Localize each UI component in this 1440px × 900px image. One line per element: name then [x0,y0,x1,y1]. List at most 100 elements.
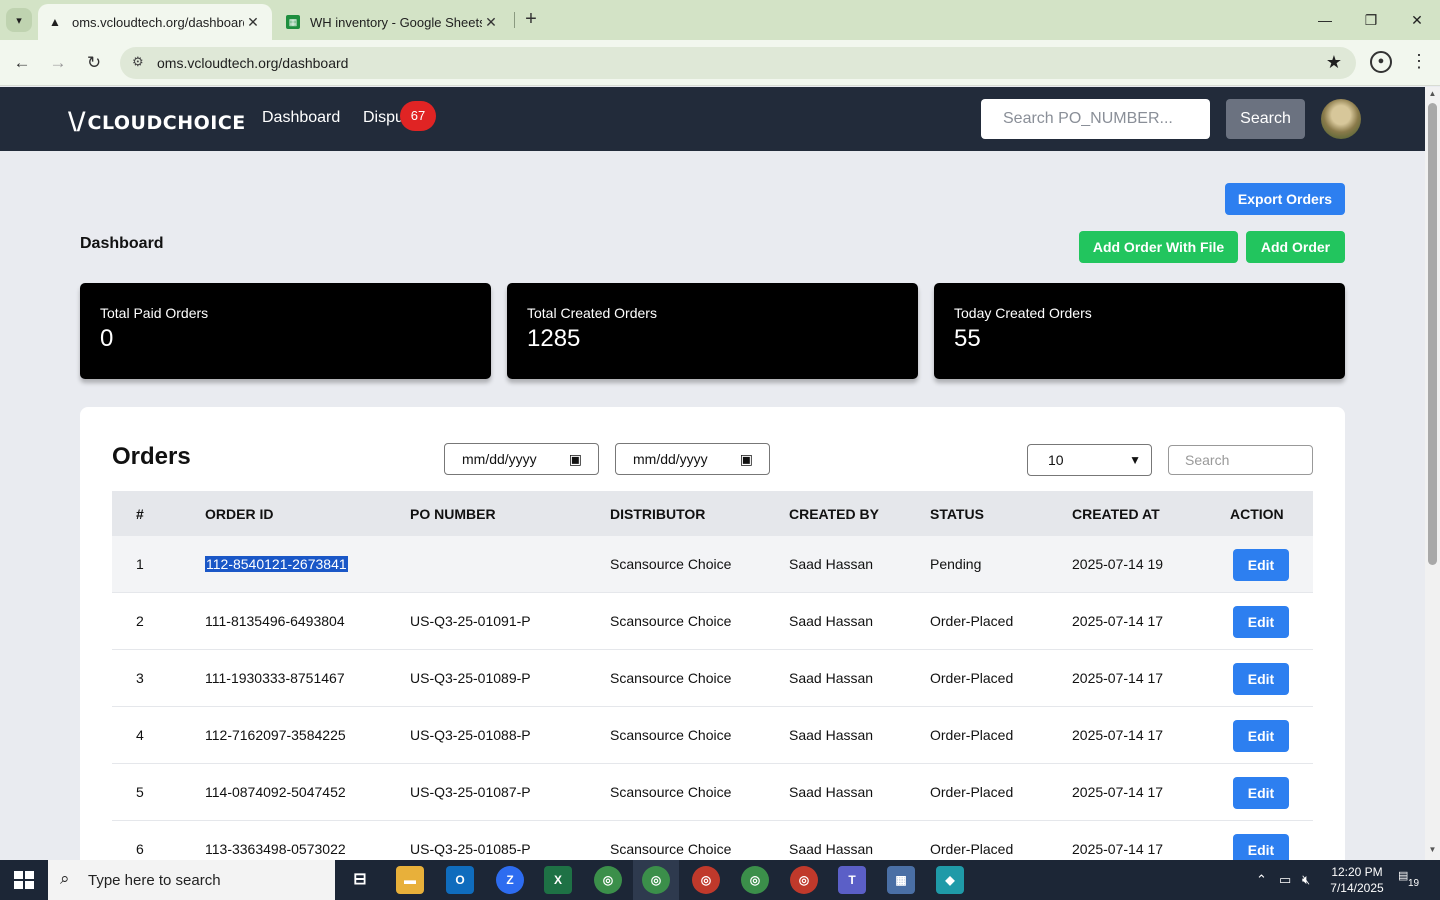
tab-sheets[interactable]: ▦ WH inventory - Google Sheets ✕ [276,4,510,40]
taskbar-search-box[interactable]: ⌕ Type here to search [48,860,335,900]
address-bar[interactable]: ⚙ oms.vcloudtech.org/dashboard ★ [120,47,1356,79]
edit-button[interactable]: Edit [1233,834,1289,860]
col-header: # [136,506,144,522]
site-favicon-icon: ▲ [49,15,61,29]
add-order-with-file-button[interactable]: Add Order With File [1079,231,1238,263]
reload-icon[interactable]: ↻ [82,51,106,75]
url-text: oms.vcloudtech.org/dashboard [157,55,349,71]
date-from-text: mm/dd/yyyy [462,451,537,467]
edit-button[interactable]: Edit [1233,777,1289,809]
user-avatar[interactable] [1321,99,1361,139]
close-tab-icon[interactable]: ✕ [482,14,500,31]
excel-icon[interactable]: X [544,866,572,894]
page-title: Dashboard [80,235,164,252]
nav-disputes-link[interactable]: Dispu [363,109,404,127]
cell-status: Pending [930,556,982,572]
cell-order-id: 113-3363498-0573022 [205,841,346,857]
page-size-select[interactable]: 10 ▼ [1027,444,1152,476]
outlook-icon[interactable]: O [446,866,474,894]
page-viewport: \/CLOUDCHOICE Dashboard Dispu 67 Search … [0,87,1425,860]
cell-index: 1 [136,556,144,572]
minimize-button[interactable]: — [1313,8,1337,32]
scrollbar-thumb[interactable] [1428,103,1437,565]
col-header: ACTION [1230,506,1284,522]
chrome-icon[interactable]: ◎ [692,866,720,894]
windows-start-icon[interactable] [14,871,34,889]
table-search-input[interactable] [1168,445,1313,475]
col-header: CREATED AT [1072,506,1160,522]
tray-chevron-icon[interactable]: ⌃ [1256,872,1267,888]
page-scrollbar[interactable]: ▲ ▼ [1425,87,1440,860]
forward-icon[interactable]: → [46,51,70,75]
cell-distributor: Scansource Choice [610,727,732,743]
tab-dashboard[interactable]: ▲ oms.vcloudtech.org/dashboard ✕ [38,4,272,40]
chrome-icon[interactable]: ◎ [790,866,818,894]
cell-status: Order-Placed [930,613,1014,629]
browser-menu-icon[interactable]: ⋮ [1410,51,1428,72]
stat-value: 0 [100,325,114,352]
network-icon[interactable]: ▭ [1279,872,1291,888]
taskbar-clock[interactable]: 12:20 PM 7/14/2025 [1326,864,1388,896]
add-order-button[interactable]: Add Order [1246,231,1345,263]
browser-toolbar: ← → ↻ ⚙ oms.vcloudtech.org/dashboard ★ [0,40,1440,86]
close-tab-icon[interactable]: ✕ [244,14,262,31]
notification-count: 19 [1408,878,1420,889]
notification-center-icon[interactable]: ▤ 19 [1398,869,1422,891]
cloudchoice-logo[interactable]: \/CLOUDCHOICE [68,107,246,135]
task-view-icon[interactable]: ⊟ [346,866,374,894]
file-explorer-icon[interactable]: ▬ [396,866,424,894]
teams-icon[interactable]: T [838,866,866,894]
volume-muted-icon[interactable]: 🔇︎ [1302,872,1310,888]
stat-value: 55 [954,325,981,352]
browser-tab-bar: ▾ ▲ oms.vcloudtech.org/dashboard ✕ ▦ WH … [0,0,1440,40]
cell-created-at: 2025-07-14 19 [1072,556,1164,572]
edit-button[interactable]: Edit [1233,606,1289,638]
tab-title: oms.vcloudtech.org/dashboard [72,14,244,30]
chrome-icon[interactable]: ◎ [741,866,769,894]
search-button[interactable]: Search [1226,99,1305,139]
nav-dashboard-link[interactable]: Dashboard [262,109,340,127]
col-header: DISTRIBUTOR [610,506,706,522]
edit-button[interactable]: Edit [1233,720,1289,752]
chrome-icon[interactable]: ◎ [642,866,670,894]
scroll-up-icon[interactable]: ▲ [1427,89,1438,98]
zoom-icon[interactable]: Z [496,866,524,894]
scroll-down-icon[interactable]: ▼ [1427,845,1438,854]
page-size-value: 10 [1048,452,1064,468]
profile-icon[interactable]: ● [1370,51,1392,73]
date-from-input[interactable]: mm/dd/yyyy ▣ [444,443,599,475]
app-icon[interactable]: ◆ [936,866,964,894]
cell-po-number: US-Q3-25-01088-P [410,727,531,743]
restore-button[interactable]: ❐ [1359,8,1383,32]
site-info-icon[interactable]: ⚙ [132,54,144,70]
new-tab-button[interactable]: + [520,8,542,32]
search-icon: ⌕ [60,869,70,888]
cell-created-at: 2025-07-14 17 [1072,784,1164,800]
table-row: 6 113-3363498-0573022 US-Q3-25-01085-P S… [112,821,1313,860]
calendar-icon[interactable]: ▣ [569,444,582,474]
date-to-input[interactable]: mm/dd/yyyy ▣ [615,443,770,475]
calculator-icon[interactable]: ▦ [887,866,915,894]
po-number-search-input[interactable] [981,99,1210,139]
col-header: STATUS [930,506,984,522]
table-row: 1 112-8540121-2673841 Scansource Choice … [112,536,1313,593]
clock-date: 7/14/2025 [1330,881,1384,895]
chevron-down-icon: ▼ [1129,453,1141,467]
col-header: CREATED BY [789,506,879,522]
close-window-button[interactable]: ✕ [1405,8,1429,32]
cell-status: Order-Placed [930,670,1014,686]
cell-po-number: US-Q3-25-01089-P [410,670,531,686]
edit-button[interactable]: Edit [1233,663,1289,695]
clock-time: 12:20 PM [1331,865,1383,879]
chrome-icon[interactable]: ◎ [594,866,622,894]
bookmark-star-icon[interactable]: ★ [1326,52,1342,73]
cell-order-id: 112-8540121-2673841 [205,556,348,572]
tab-search-button[interactable]: ▾ [6,8,32,32]
calendar-icon[interactable]: ▣ [740,444,753,474]
back-icon[interactable]: ← [10,51,34,75]
edit-button[interactable]: Edit [1233,549,1289,581]
export-orders-button[interactable]: Export Orders [1225,183,1345,215]
cell-po-number: US-Q3-25-01085-P [410,841,531,857]
cell-index: 6 [136,841,144,857]
cell-status: Order-Placed [930,784,1014,800]
